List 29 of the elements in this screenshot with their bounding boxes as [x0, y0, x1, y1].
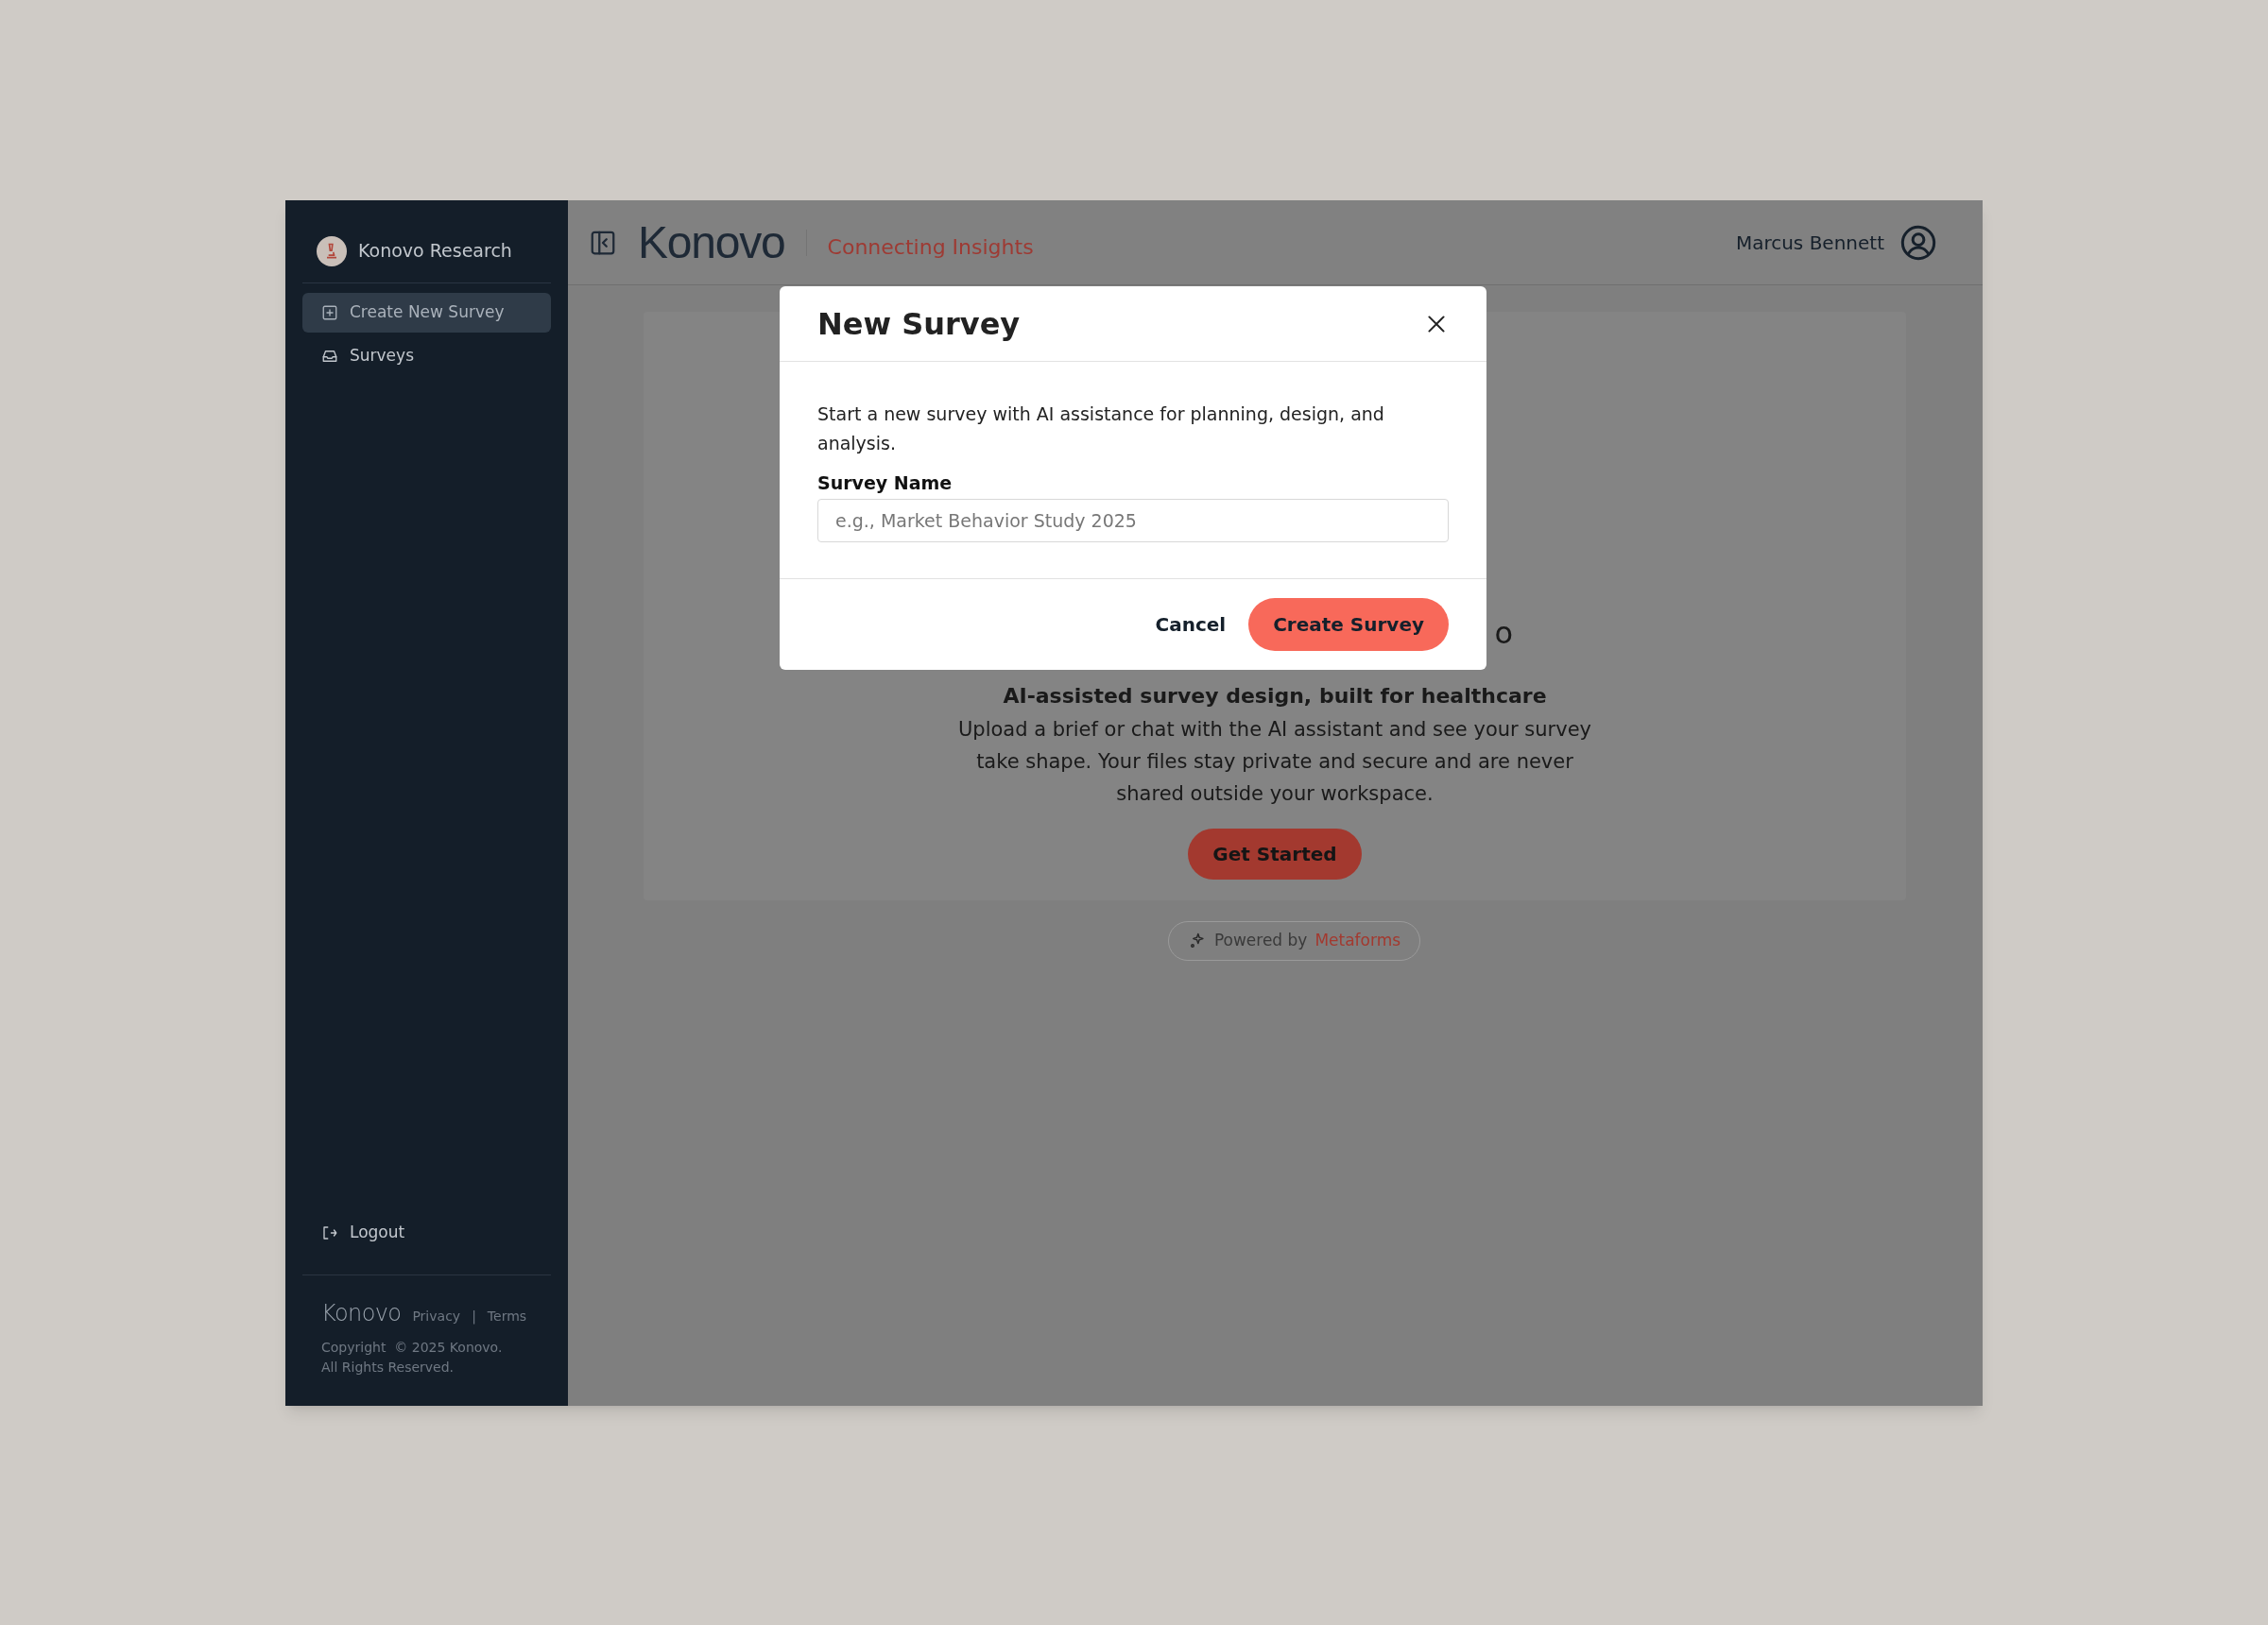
- welcome-subtitle: AI-assisted survey design, built for healthcare: [1003, 683, 1547, 710]
- user-circle-icon: [1899, 223, 1937, 262]
- tagline: Connecting Insights: [827, 234, 1034, 261]
- nav-item[interactable]: Surveys: [302, 336, 551, 376]
- user-avatar-button[interactable]: [1899, 223, 1937, 262]
- create-survey-button[interactable]: Create Survey: [1248, 597, 1449, 651]
- rights-text: All Rights Reserved.: [321, 1359, 455, 1377]
- cancel-button[interactable]: Cancel: [1151, 597, 1230, 651]
- powered-by-text: Powered by: [1213, 930, 1308, 952]
- footer-logo: Konovo: [321, 1299, 402, 1328]
- user-name: Marcus Bennett: [1735, 230, 1884, 256]
- inbox-icon: [321, 348, 338, 365]
- plus-square-icon: [321, 304, 338, 321]
- get-started-button[interactable]: Get Started: [1188, 829, 1362, 880]
- logout-button[interactable]: Logout: [302, 1214, 551, 1252]
- nav-item[interactable]: Create New Survey: [302, 293, 551, 333]
- dialog-description: Start a new survey with AI assistance for planning, design, and analysis.: [817, 402, 1385, 455]
- terms-link[interactable]: Terms: [487, 1307, 527, 1326]
- welcome-text: Upload a brief or chat with the AI assistant and see your survey take shape. Your files stay private and secure and are never shared outside your workspace.: [957, 717, 1592, 807]
- dialog-title: New Survey: [817, 304, 1021, 344]
- logout-icon: [321, 1224, 338, 1241]
- link-separator: |: [472, 1308, 476, 1326]
- survey-name-input[interactable]: e.g., Market Behavior Study 2025: [817, 498, 1449, 542]
- welcome-heading: o: [1494, 618, 1513, 652]
- privacy-link[interactable]: Privacy: [412, 1307, 461, 1326]
- field-label: Survey Name: [817, 471, 954, 495]
- brand-logo: Konovo: [638, 219, 785, 265]
- copyright-text: Copyright © 2025 Konovo.: [321, 1339, 504, 1357]
- workspace-name: Konovo Research: [358, 239, 512, 264]
